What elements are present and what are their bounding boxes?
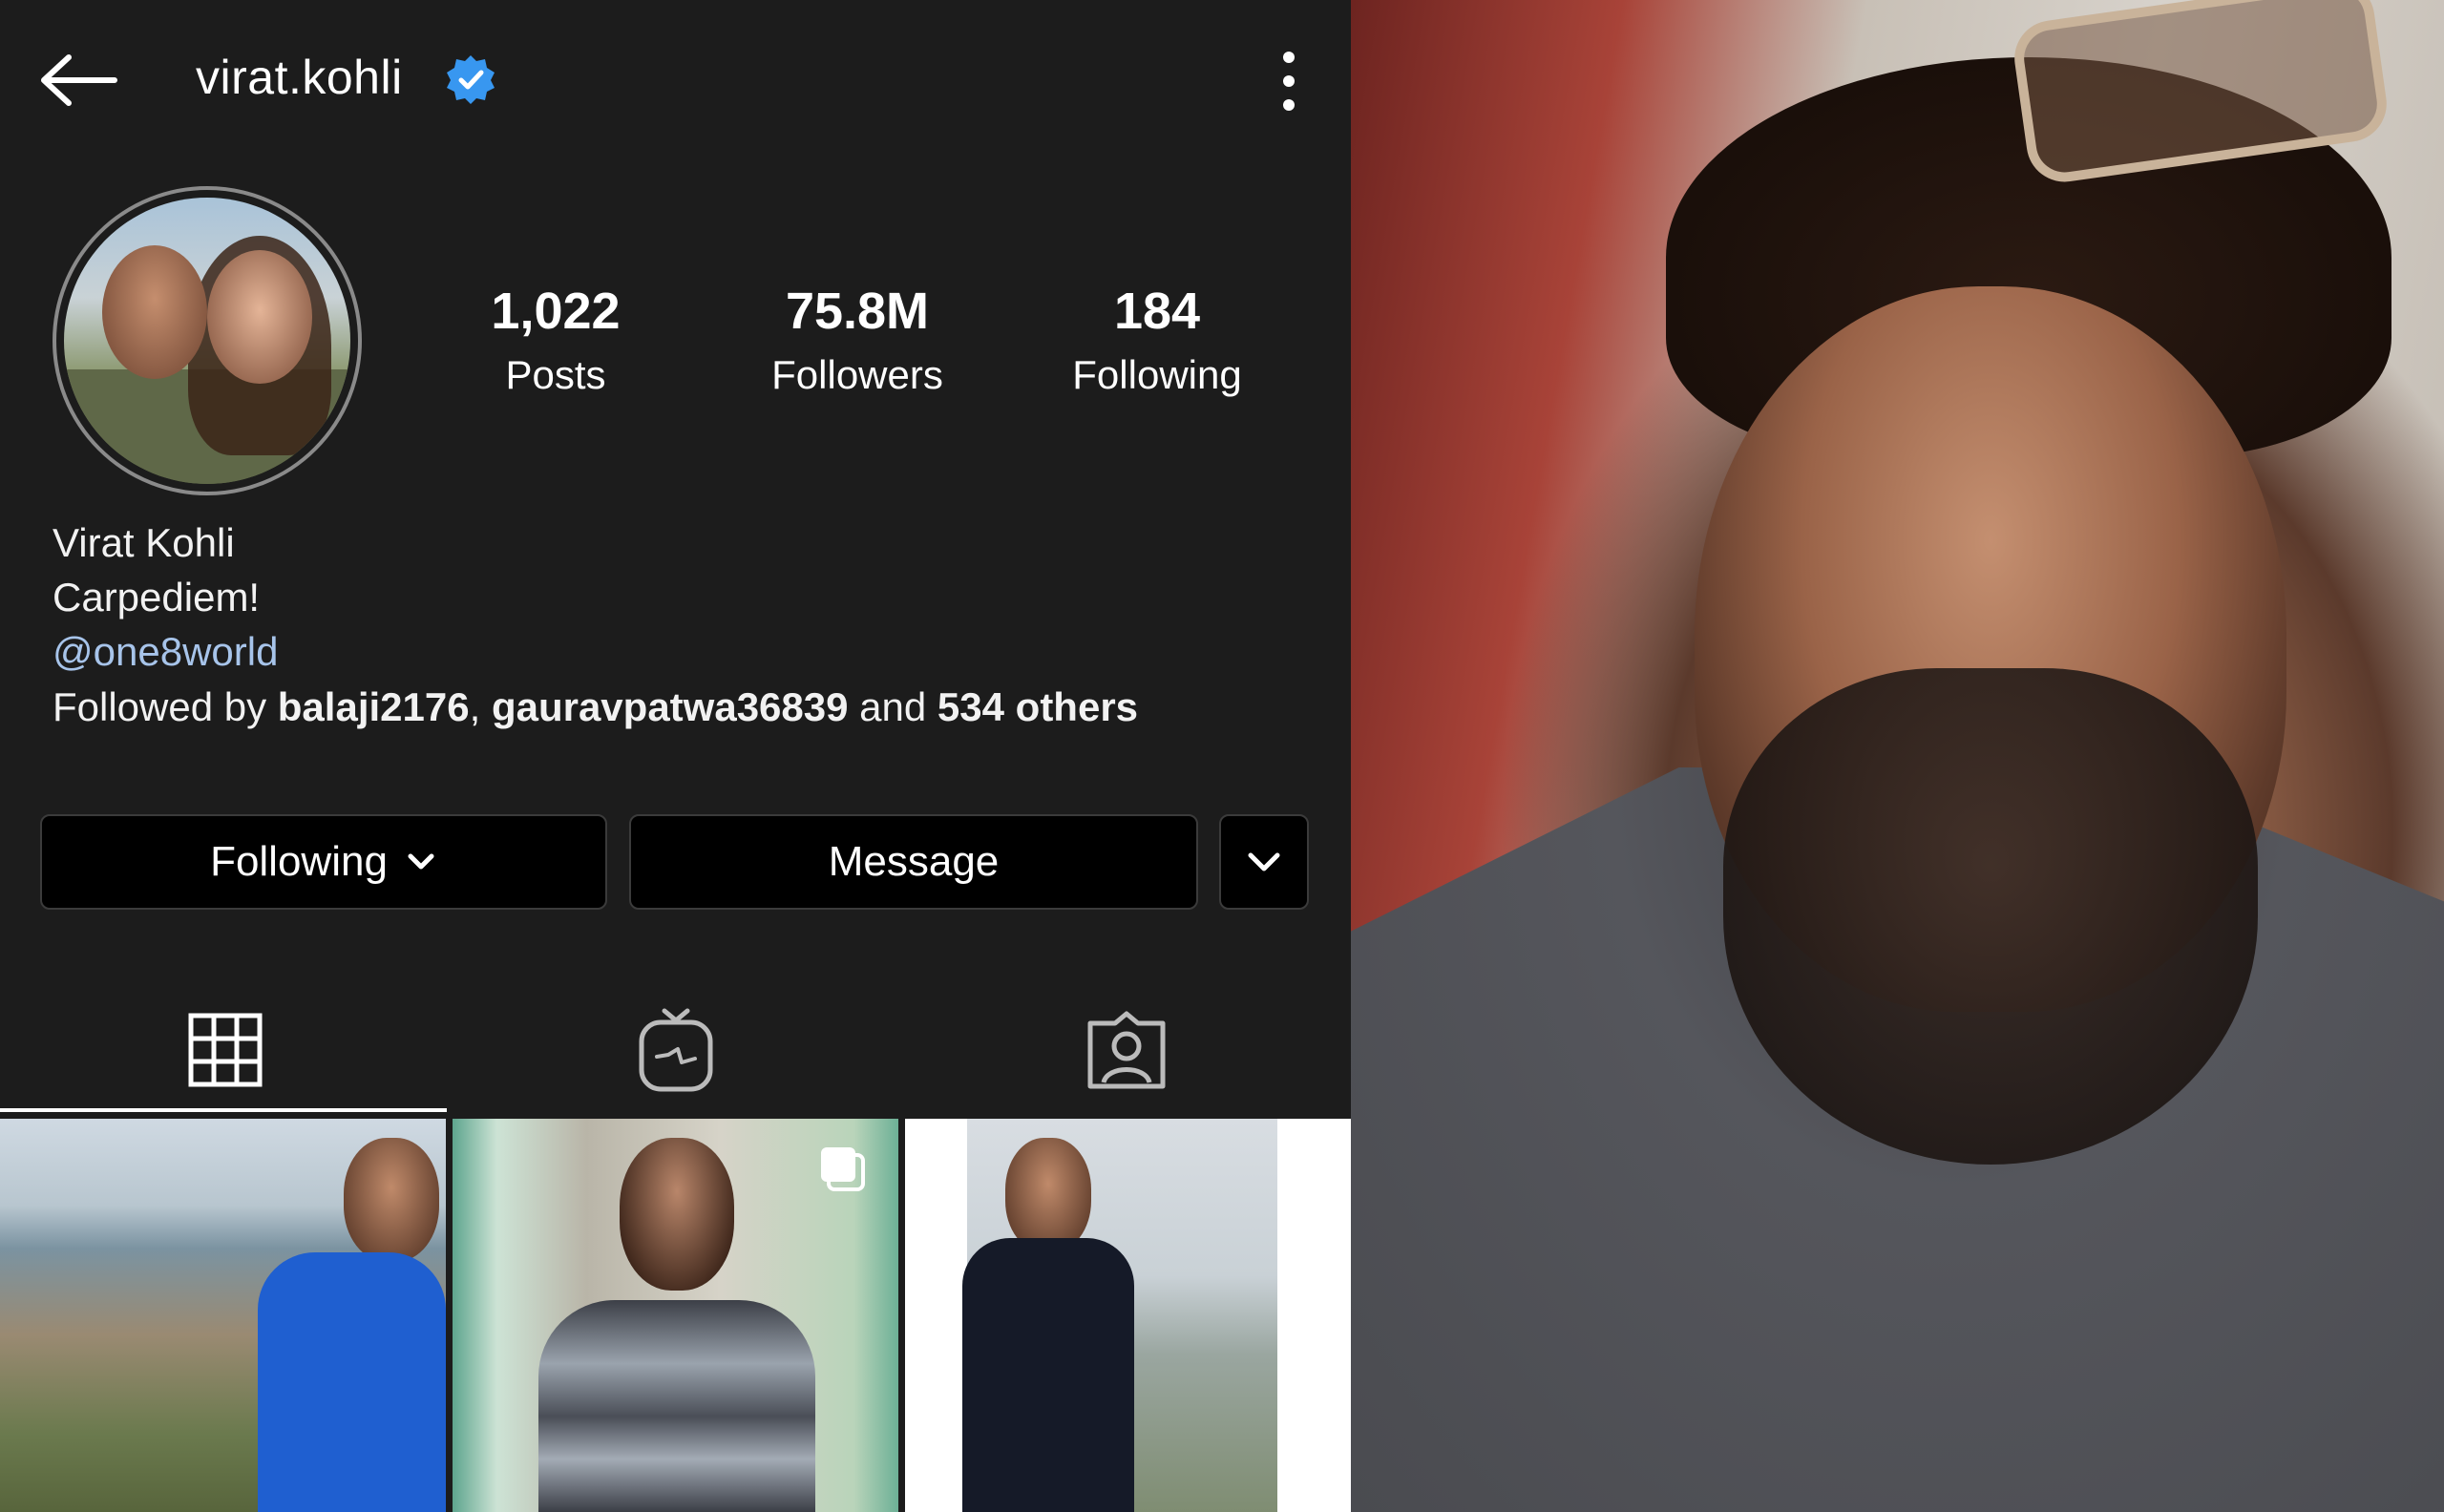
followed-by-and: and (859, 684, 927, 729)
post-thumbnail[interactable] (0, 1119, 446, 1512)
multiple-posts-icon (821, 1147, 865, 1191)
screenshot-composite: virat.kohli 1,022 Posts 75.8M Followers … (0, 0, 2444, 1512)
portrait-photo (1351, 0, 2444, 1512)
instagram-profile-screen: virat.kohli 1,022 Posts 75.8M Followers … (0, 0, 1351, 1512)
follower-user-1: balaji2176 (277, 684, 470, 729)
chevron-down-icon (1248, 852, 1280, 872)
tagged-person-icon (1087, 1011, 1166, 1089)
profile-link[interactable]: @one8world (53, 629, 278, 675)
back-arrow-icon[interactable] (36, 52, 122, 109)
igtv-icon (639, 1008, 713, 1092)
stat-followers-value: 75.8M (785, 283, 930, 340)
message-button[interactable]: Message (629, 814, 1198, 910)
posts-grid (0, 1119, 1351, 1512)
chevron-down-icon (408, 853, 434, 870)
profile-tabs (0, 983, 1351, 1117)
top-bar: virat.kohli (0, 38, 1351, 124)
active-tab-indicator (0, 1108, 447, 1112)
following-button-label: Following (210, 838, 388, 885)
profile-username: virat.kohli (196, 51, 403, 104)
followed-by-separator: , (469, 684, 481, 729)
followed-by-prefix: Followed by (53, 684, 267, 729)
stat-followers[interactable]: 75.8M Followers (752, 282, 962, 398)
stat-posts-label: Posts (505, 352, 606, 397)
verified-badge-icon (447, 55, 495, 104)
followed-by-line[interactable]: Followed by balaji2176, gauravpatwa36839… (53, 684, 1138, 730)
message-button-label: Message (828, 838, 1000, 885)
stat-following-label: Following (1072, 352, 1242, 397)
profile-avatar[interactable] (64, 198, 350, 484)
more-vertical-icon[interactable] (1270, 48, 1308, 115)
suggested-accounts-button[interactable] (1219, 814, 1309, 910)
post-thumbnail[interactable] (453, 1119, 898, 1512)
profile-bio: Carpediem! (53, 575, 261, 620)
stat-followers-label: Followers (771, 352, 943, 397)
tab-tagged[interactable] (901, 983, 1351, 1117)
profile-full-name: Virat Kohli (53, 520, 235, 565)
stat-posts[interactable]: 1,022 Posts (451, 282, 661, 398)
tab-posts-grid[interactable] (0, 983, 451, 1117)
followed-by-others: 534 others (937, 684, 1139, 729)
following-button[interactable]: Following (40, 814, 607, 910)
stat-following[interactable]: 184 Following (1052, 282, 1262, 398)
stat-posts-value: 1,022 (491, 283, 621, 340)
follower-user-2: gauravpatwa36839 (491, 684, 849, 729)
stat-following-value: 184 (1113, 283, 1201, 340)
grid-icon (188, 1013, 263, 1087)
tab-igtv[interactable] (451, 983, 901, 1117)
post-thumbnail[interactable] (905, 1119, 1351, 1512)
